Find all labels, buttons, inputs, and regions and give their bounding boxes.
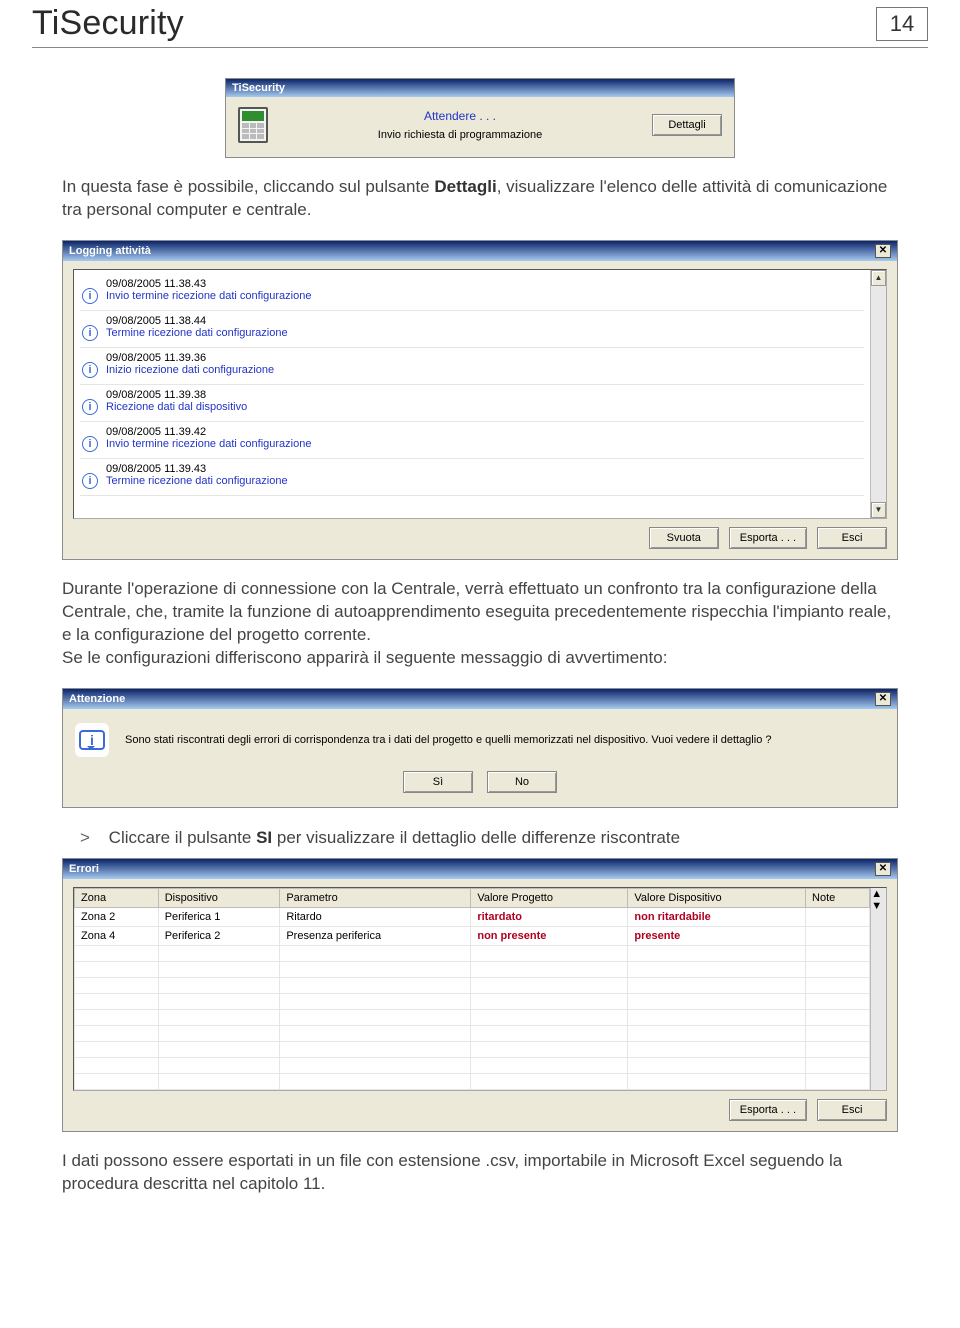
log-entry: i 09/08/2005 11.39.38Ricezione dati dal … — [80, 385, 864, 422]
col-zona[interactable]: Zona — [75, 888, 159, 907]
step-instruction: > Cliccare il pulsante SI per visualizza… — [80, 828, 898, 848]
header-divider — [32, 47, 928, 48]
col-note[interactable]: Note — [806, 888, 870, 907]
export-button[interactable]: Esporta . . . — [729, 527, 807, 549]
close-icon[interactable]: ✕ — [875, 244, 891, 258]
info-icon: i — [82, 288, 98, 304]
info-icon: i — [82, 399, 98, 415]
col-valore-dispositivo[interactable]: Valore Dispositivo — [628, 888, 806, 907]
page-number: 14 — [876, 7, 928, 41]
attention-message: Sono stati riscontrati degli errori di c… — [125, 734, 885, 746]
info-bubble-icon: i — [75, 723, 109, 757]
info-icon: i — [82, 362, 98, 378]
table-row — [75, 993, 870, 1009]
chevron-right-icon: > — [80, 828, 90, 847]
logging-title: Logging attività — [69, 245, 151, 257]
paragraph-3: I dati possono essere esportati in un fi… — [62, 1150, 898, 1196]
info-icon: i — [82, 325, 98, 341]
table-row — [75, 961, 870, 977]
exit-button[interactable]: Esci — [817, 1099, 887, 1121]
close-icon[interactable]: ✕ — [875, 862, 891, 876]
errors-title: Errori — [69, 863, 99, 875]
col-parametro[interactable]: Parametro — [280, 888, 471, 907]
log-entry: i 09/08/2005 11.39.43Termine ricezione d… — [80, 459, 864, 496]
table-row — [75, 1009, 870, 1025]
attention-dialog: Attenzione ✕ i Sono stati riscontrati de… — [62, 688, 898, 808]
table-row — [75, 945, 870, 961]
col-valore-progetto[interactable]: Valore Progetto — [471, 888, 628, 907]
page-title: TiSecurity — [32, 4, 184, 43]
yes-button[interactable]: Sì — [403, 771, 473, 793]
scroll-up-icon[interactable]: ▲ — [871, 270, 886, 286]
wait-subtitle: Invio richiesta di programmazione — [378, 129, 542, 141]
logging-panel: Logging attività ✕ i 09/08/2005 11.38.43… — [62, 240, 898, 560]
table-row — [75, 977, 870, 993]
table-row — [75, 1025, 870, 1041]
log-entry: i 09/08/2005 11.39.36Inizio ricezione da… — [80, 348, 864, 385]
wait-dialog: TiSecurity Attendere . . . Invio richies… — [225, 78, 735, 158]
scroll-up-icon[interactable]: ▲ — [871, 888, 886, 900]
paragraph-1: In questa fase è possibile, cliccando su… — [62, 176, 898, 222]
wait-dialog-title: TiSecurity — [232, 82, 285, 94]
scrollbar[interactable]: ▲ ▼ — [870, 270, 886, 518]
device-icon — [238, 107, 268, 143]
table-row — [75, 1057, 870, 1073]
details-button[interactable]: Dettagli — [652, 114, 722, 136]
wait-label: Attendere . . . — [424, 109, 496, 123]
paragraph-2: Durante l'operazione di connessione con … — [62, 578, 898, 670]
log-entry: i 09/08/2005 11.39.42Invio termine ricez… — [80, 422, 864, 459]
errors-table: Zona Dispositivo Parametro Valore Proget… — [74, 888, 870, 1090]
log-entry: i 09/08/2005 11.38.44Termine ricezione d… — [80, 311, 864, 348]
table-row — [75, 1073, 870, 1089]
no-button[interactable]: No — [487, 771, 557, 793]
close-icon[interactable]: ✕ — [875, 692, 891, 706]
info-icon: i — [82, 436, 98, 452]
scroll-down-icon[interactable]: ▼ — [871, 502, 886, 518]
scrollbar[interactable]: ▲ ▼ — [870, 888, 886, 1090]
export-button[interactable]: Esporta . . . — [729, 1099, 807, 1121]
table-row[interactable]: Zona 4 Periferica 2 Presenza periferica … — [75, 926, 870, 945]
table-row[interactable]: Zona 2 Periferica 1 Ritardo ritardato no… — [75, 907, 870, 926]
empty-button[interactable]: Svuota — [649, 527, 719, 549]
log-list: i 09/08/2005 11.38.43Invio termine ricez… — [74, 270, 870, 518]
log-entry: i 09/08/2005 11.38.43Invio termine ricez… — [80, 274, 864, 311]
exit-button[interactable]: Esci — [817, 527, 887, 549]
attention-title: Attenzione — [69, 693, 125, 705]
table-row — [75, 1041, 870, 1057]
col-dispositivo[interactable]: Dispositivo — [158, 888, 280, 907]
info-icon: i — [82, 473, 98, 489]
scroll-down-icon[interactable]: ▼ — [871, 900, 886, 912]
errors-panel: Errori ✕ Zona Dispositivo Parametro Valo… — [62, 858, 898, 1132]
